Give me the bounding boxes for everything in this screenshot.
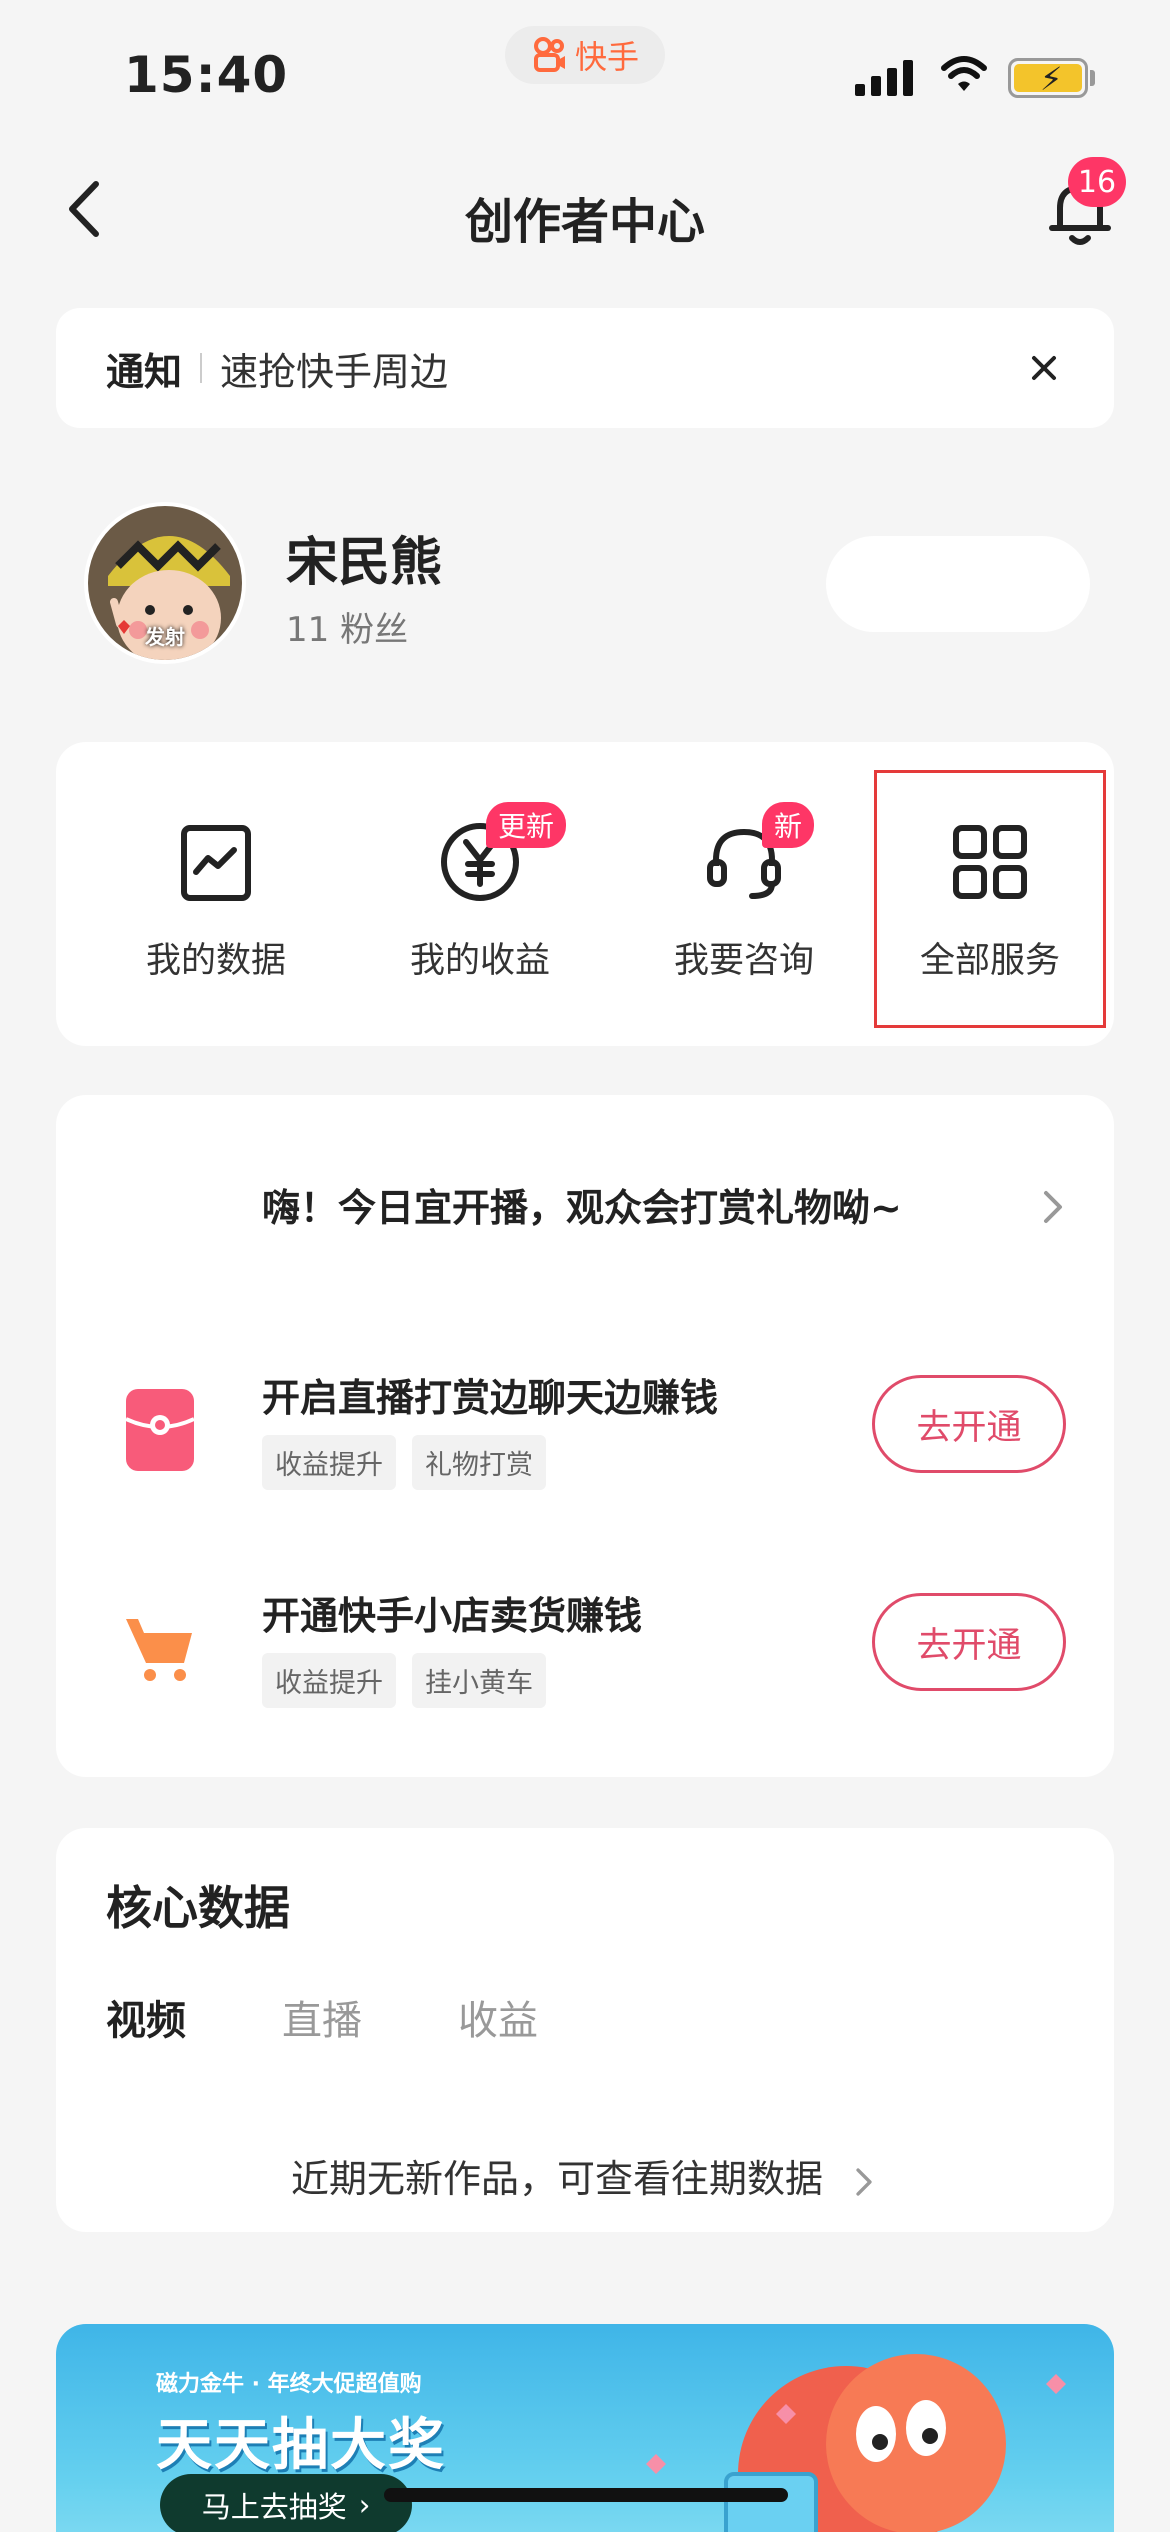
profile-section: 发射 宋民熊 11 粉丝 <box>84 502 1094 672</box>
lottery-button[interactable]: 马上去抽奖 › <box>160 2474 412 2532</box>
empty-state-text: 近期无新作品，可查看往期数据 <box>290 2157 823 2201</box>
highlight-box <box>874 770 1106 1028</box>
tag: 收益提升 <box>262 1653 396 1708</box>
task-item: 开通快手小店卖货赚钱 收益提升 挂小黄车 去开通 <box>56 1573 1114 1733</box>
update-badge: 更新 <box>486 802 567 848</box>
task-title: 开启直播打赏边聊天边赚钱 <box>262 1376 719 1420</box>
battery-tip <box>1090 70 1095 86</box>
home-indicator <box>384 2488 788 2502</box>
services-card: 我的数据 更新 我的收益 新 我要咨询 全部服务 <box>56 742 1114 1046</box>
service-label: 我要咨询 <box>673 941 814 981</box>
task-tags: 收益提升 挂小黄车 <box>262 1653 546 1708</box>
avatar-caption: 发射 <box>145 625 185 649</box>
empty-state-link[interactable]: 近期无新作品，可查看往期数据 <box>56 2148 1114 2203</box>
task-tags: 收益提升 礼物打赏 <box>262 1435 546 1490</box>
core-data-card: 核心数据 视频 直播 收益 近期无新作品，可查看往期数据 <box>56 1828 1114 2232</box>
core-data-title: 核心数据 <box>106 1881 290 1935</box>
notice-text[interactable]: 速抢快手周边 <box>220 341 1024 396</box>
red-envelope-icon <box>125 1389 195 1471</box>
navbar: 创作者中心 <box>0 160 1170 260</box>
notification-count-badge: 16 <box>1068 157 1126 207</box>
cellular-signal-icon <box>855 58 913 96</box>
service-label: 我的数据 <box>145 941 286 981</box>
tab-live[interactable]: 直播 <box>282 1988 362 2046</box>
data-chart-icon <box>181 825 251 901</box>
service-my-earnings[interactable]: 更新 我的收益 <box>360 802 600 983</box>
shopping-cart-icon <box>126 1619 192 1681</box>
tag: 收益提升 <box>262 1435 396 1490</box>
activate-button[interactable]: 去开通 <box>872 1593 1066 1691</box>
app-indicator[interactable]: 快手 <box>505 26 665 84</box>
kuaishou-logo-icon <box>533 37 565 72</box>
wifi-icon <box>941 56 987 91</box>
notice-label: 通知 <box>106 349 183 394</box>
service-label: 我的收益 <box>409 941 550 981</box>
activate-button[interactable]: 去开通 <box>872 1375 1066 1473</box>
notice-bar[interactable]: 通知 速抢快手周边 <box>56 308 1114 428</box>
tag: 礼物打赏 <box>412 1435 546 1490</box>
profile-action-pill[interactable] <box>826 536 1090 632</box>
username[interactable]: 宋民熊 <box>286 520 442 595</box>
tab-video[interactable]: 视频 <box>106 1988 186 2046</box>
page-title: 创作者中心 <box>464 194 705 250</box>
banner-subtitle: 磁力金牛 · 年终大促超值购 <box>156 2372 422 2397</box>
banner-title: 天天抽大奖 <box>156 2413 446 2478</box>
chevron-right-icon <box>856 2167 872 2196</box>
app-name: 快手 <box>574 38 639 76</box>
lottery-button-label: 马上去抽奖 <box>201 2490 347 2524</box>
battery-icon: ⚡ <box>1008 58 1088 98</box>
close-icon[interactable] <box>1024 348 1064 388</box>
promo-card: 嗨！今日宜开播，观众会打赏礼物呦~ 开启直播打赏边聊天边赚钱 收益提升 礼物打赏… <box>56 1095 1114 1777</box>
task-title: 开通快手小店卖货赚钱 <box>262 1594 643 1638</box>
fan-count[interactable]: 11 粉丝 <box>286 602 408 651</box>
chevron-right-icon: › <box>358 2488 371 2522</box>
chevron-right-icon[interactable] <box>1038 1187 1068 1227</box>
avatar[interactable]: 发射 <box>84 502 246 664</box>
service-consult[interactable]: 新 我要咨询 <box>624 802 864 983</box>
tab-earnings[interactable]: 收益 <box>458 1988 538 2046</box>
new-badge: 新 <box>762 802 815 848</box>
task-item: 开启直播打赏边聊天边赚钱 收益提升 礼物打赏 去开通 <box>56 1355 1114 1515</box>
promo-headline[interactable]: 嗨！今日宜开播，观众会打赏礼物呦~ <box>262 1177 902 1232</box>
service-my-data[interactable]: 我的数据 <box>96 812 336 983</box>
core-data-tabs: 视频 直播 收益 <box>106 1988 538 2046</box>
status-bar: 15:40 快手 ⚡ <box>0 0 1170 150</box>
tag: 挂小黄车 <box>412 1653 546 1708</box>
notice-divider <box>200 353 203 383</box>
status-time: 15:40 <box>124 46 289 104</box>
